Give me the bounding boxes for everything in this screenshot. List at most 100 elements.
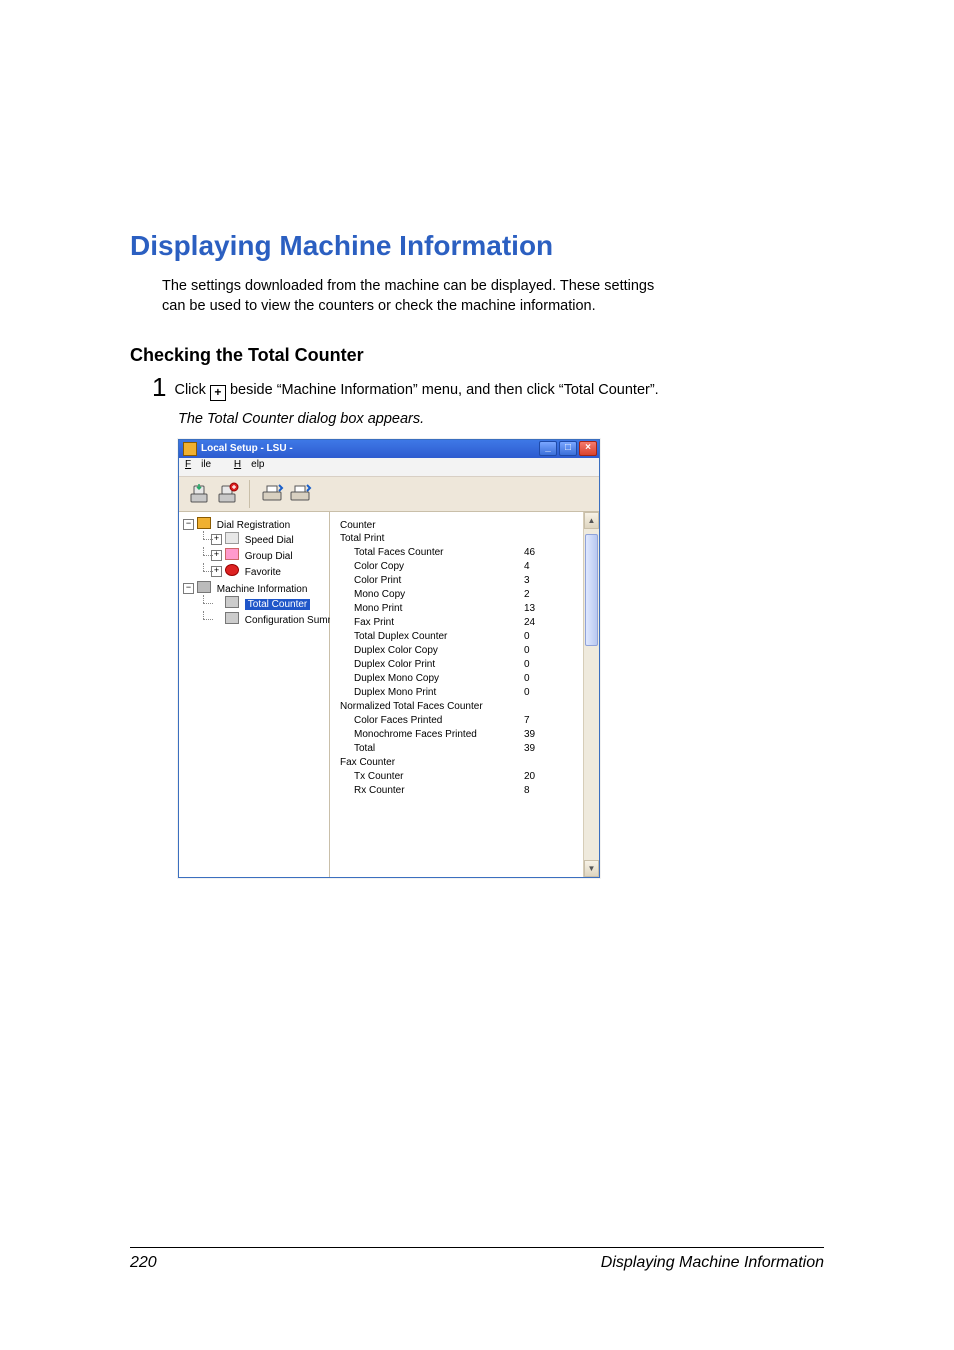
counter-key: Total Faces Counter: [354, 547, 524, 558]
total-counter-icon: [225, 596, 239, 608]
counter-header: Counter: [340, 520, 589, 531]
counter-key: Mono Copy: [354, 589, 524, 600]
counter-value: 2: [524, 589, 530, 600]
maximize-button[interactable]: □: [559, 441, 577, 456]
collapse-icon[interactable]: −: [183, 583, 194, 594]
tree-pane: − Dial Registration + Speed Dial +: [179, 512, 330, 877]
menu-file[interactable]: File: [185, 459, 221, 470]
tree-machine-info[interactable]: − Machine Information Total Counter Conf…: [183, 580, 327, 628]
scroll-up-arrow[interactable]: ▲: [584, 512, 599, 529]
counter-key: Rx Counter: [354, 785, 524, 796]
tree-group-label: Group Dial: [245, 551, 293, 562]
counter-value: 4: [524, 561, 530, 572]
counter-key: Total Duplex Counter: [354, 631, 524, 642]
counter-row: Duplex Color Print0: [340, 659, 589, 670]
tree-root[interactable]: − Dial Registration + Speed Dial +: [183, 516, 327, 580]
upload-to-machine-icon[interactable]: [215, 482, 239, 506]
counter-key: Mono Print: [354, 603, 524, 614]
counter-row: Total39: [340, 743, 589, 754]
download-from-machine-icon[interactable]: [187, 482, 211, 506]
vertical-scrollbar[interactable]: ▲ ▼: [583, 512, 599, 877]
tree-speed-label: Speed Dial: [245, 535, 294, 546]
counter-value: 3: [524, 575, 530, 586]
config-summary-icon: [225, 612, 239, 624]
menu-help[interactable]: Help: [234, 459, 275, 470]
favorite-icon: [225, 564, 239, 576]
counter-row: Color Faces Printed7: [340, 715, 589, 726]
printer-download-icon[interactable]: [260, 482, 284, 506]
counter-value: 7: [524, 715, 530, 726]
counter-key: Duplex Color Copy: [354, 645, 524, 656]
intro-line-1: The settings downloaded from the machine…: [162, 278, 654, 294]
counter-value: 0: [524, 687, 530, 698]
counter-row: Tx Counter20: [340, 771, 589, 782]
counter-row: Total Faces Counter46: [340, 547, 589, 558]
expand-icon[interactable]: +: [211, 566, 222, 577]
scroll-down-arrow[interactable]: ▼: [584, 860, 599, 877]
counter-key: Duplex Mono Copy: [354, 673, 524, 684]
counter-row: Total Duplex Counter0: [340, 631, 589, 642]
tree-root-label: Dial Registration: [217, 520, 290, 531]
step-number: 1: [152, 374, 166, 400]
group-dial-icon: [225, 548, 239, 560]
step-text-a: Click: [174, 382, 209, 398]
counter-key: Total: [354, 743, 524, 754]
tree-favorite[interactable]: + Favorite: [211, 563, 327, 579]
counter-value: 8: [524, 785, 530, 796]
counter-value: 39: [524, 729, 535, 740]
counter-value: 46: [524, 547, 535, 558]
counter-row: Mono Print13: [340, 603, 589, 614]
dial-registration-icon: [197, 517, 211, 529]
intro-line-2: can be used to view the counters or chec…: [162, 298, 596, 314]
counter-row: Color Print3: [340, 575, 589, 586]
tree-machine-label: Machine Information: [217, 584, 308, 595]
minimize-button[interactable]: _: [539, 441, 557, 456]
tree-favorite-label: Favorite: [245, 567, 281, 578]
window-app-icon: [183, 442, 197, 456]
counter-row: Duplex Mono Copy0: [340, 673, 589, 684]
local-setup-window: Local Setup - LSU - _ □ × File Help: [178, 439, 600, 878]
menu-bar: File Help: [179, 458, 599, 477]
content-pane: ▲ ▼ Counter Total Print Total Faces Coun…: [330, 512, 599, 877]
toolbar-separator: [249, 480, 250, 508]
counter-key: Color Faces Printed: [354, 715, 524, 726]
tree-speed-dial[interactable]: + Speed Dial: [211, 531, 327, 547]
footer-section: Displaying Machine Information: [601, 1254, 824, 1272]
dialog-caption: The Total Counter dialog box appears.: [178, 411, 824, 427]
tree-group-dial[interactable]: + Group Dial: [211, 547, 327, 563]
counter-key: Color Print: [354, 575, 524, 586]
step-text-b: beside “Machine Information” menu, and t…: [230, 382, 659, 398]
scroll-thumb[interactable]: [585, 534, 598, 646]
counter-row: Monochrome Faces Printed39: [340, 729, 589, 740]
machine-info-icon: [197, 581, 211, 593]
counter-key: Tx Counter: [354, 771, 524, 782]
collapse-icon[interactable]: −: [183, 519, 194, 530]
printer-upload-icon[interactable]: [288, 482, 312, 506]
counter-row: Fax Print24: [340, 617, 589, 628]
subheading: Checking the Total Counter: [130, 345, 824, 366]
window-title: Local Setup - LSU -: [201, 443, 539, 454]
counter-key: Duplex Color Print: [354, 659, 524, 670]
counter-value: 24: [524, 617, 535, 628]
counter-key: Fax Print: [354, 617, 524, 628]
fax-counter-header: Fax Counter: [340, 757, 589, 768]
counter-value: 0: [524, 645, 530, 656]
expand-icon[interactable]: +: [211, 550, 222, 561]
counter-row: Duplex Color Copy0: [340, 645, 589, 656]
tree-total-label: Total Counter: [245, 599, 310, 610]
speed-dial-icon: [225, 532, 239, 544]
counter-value: 0: [524, 673, 530, 684]
window-titlebar: Local Setup - LSU - _ □ ×: [179, 440, 599, 458]
plus-icon: +: [210, 385, 226, 401]
counter-row: Rx Counter8: [340, 785, 589, 796]
close-button[interactable]: ×: [579, 441, 597, 456]
toolbar: [179, 477, 599, 512]
expand-icon[interactable]: +: [211, 534, 222, 545]
counter-value: 0: [524, 659, 530, 670]
tree-total-counter[interactable]: Total Counter: [211, 595, 327, 611]
counter-row: Mono Copy2: [340, 589, 589, 600]
step-1: 1 Click + beside “Machine Information” m…: [152, 374, 824, 401]
page-number: 220: [130, 1254, 157, 1272]
tree-config-summary[interactable]: Configuration Summary: [211, 611, 327, 627]
total-print-header: Total Print: [340, 533, 589, 544]
